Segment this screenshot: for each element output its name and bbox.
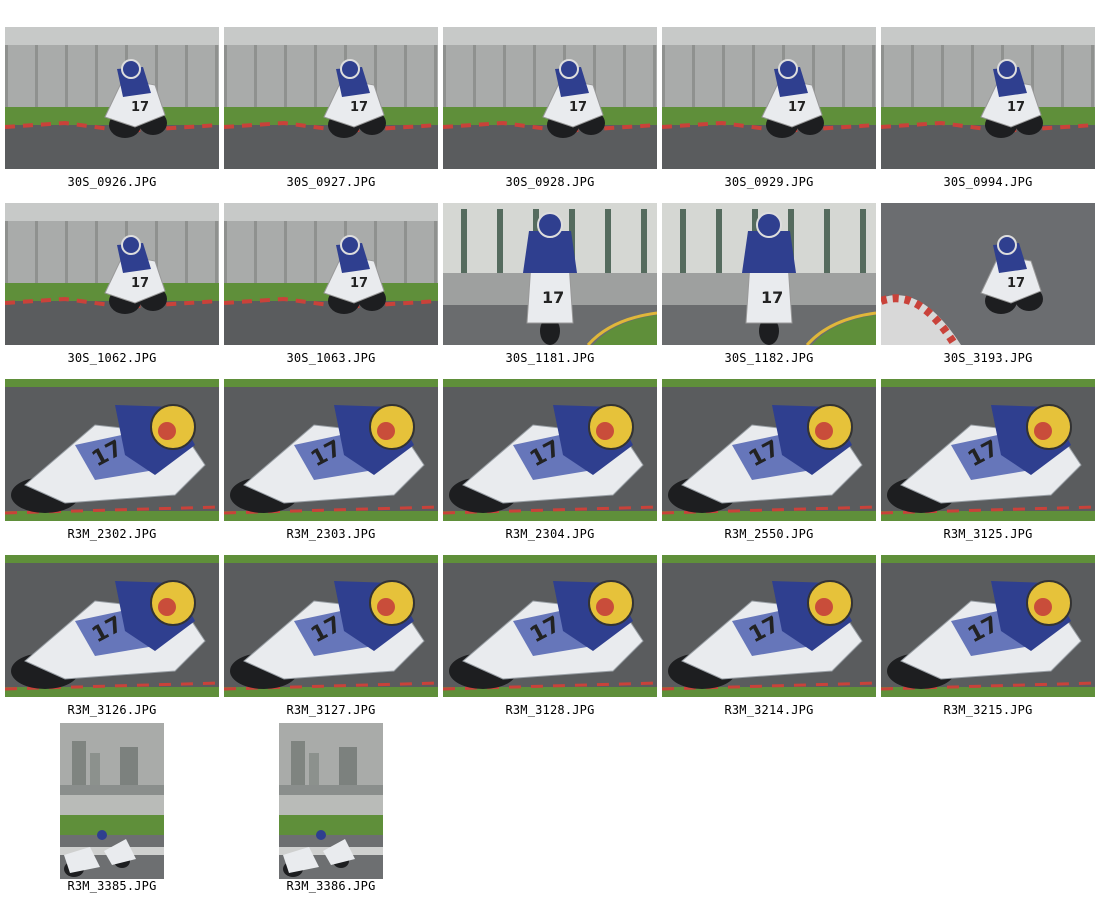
thumbnail-image[interactable]: 17 <box>443 203 657 345</box>
thumbnail-image[interactable] <box>60 723 164 879</box>
thumbnail-filename: R3M_3386.JPG <box>286 879 376 893</box>
thumbnail-filename: 30S_3193.JPG <box>943 351 1033 365</box>
svg-text:17: 17 <box>569 100 587 115</box>
thumbnail-image[interactable]: 17 <box>662 379 876 521</box>
thumbnail-image[interactable]: 17 <box>443 379 657 521</box>
svg-text:17: 17 <box>761 288 783 307</box>
thumbnail-image[interactable]: 17 <box>224 27 438 169</box>
thumbnail-tile[interactable]: 17 30S_1182.JPG <box>662 203 881 373</box>
thumbnail-tile[interactable]: 17 R3M_3128.JPG <box>443 555 662 725</box>
thumbnail-image[interactable]: 17 <box>662 27 876 169</box>
thumbnail-filename: 30S_0994.JPG <box>943 175 1033 189</box>
thumbnail-image[interactable]: 17 <box>662 555 876 697</box>
thumbnail-filename: 30S_0929.JPG <box>724 175 814 189</box>
thumbnail-tile[interactable]: 17 R3M_2303.JPG <box>224 379 443 549</box>
thumbnail-tile[interactable]: 17 R3M_2302.JPG <box>5 379 224 549</box>
thumbnail-tile[interactable]: 17 R3M_3126.JPG <box>5 555 224 725</box>
svg-text:17: 17 <box>1007 276 1025 291</box>
thumbnail-filename: R3M_3125.JPG <box>943 527 1033 541</box>
thumbnail-tile[interactable]: 17 30S_1063.JPG <box>224 203 443 373</box>
thumbnail-filename: 30S_1063.JPG <box>286 351 376 365</box>
thumbnail-tile[interactable]: 17 30S_0994.JPG <box>881 27 1100 197</box>
thumbnail-image[interactable]: 17 <box>662 203 876 345</box>
thumbnail-image[interactable]: 17 <box>5 555 219 697</box>
svg-text:17: 17 <box>131 276 149 291</box>
thumbnail-filename: 30S_0926.JPG <box>67 175 157 189</box>
thumbnail-tile[interactable]: 17 30S_0929.JPG <box>662 27 881 197</box>
thumbnail-tile[interactable]: 17 R3M_3127.JPG <box>224 555 443 725</box>
thumbnail-tile[interactable]: R3M_3386.JPG <box>224 723 443 893</box>
thumbnail-image[interactable]: 17 <box>443 555 657 697</box>
thumbnail-filename: 30S_1182.JPG <box>724 351 814 365</box>
svg-text:17: 17 <box>131 100 149 115</box>
svg-text:17: 17 <box>542 288 564 307</box>
thumbnail-filename: R3M_2302.JPG <box>67 527 157 541</box>
thumbnail-image[interactable]: 17 <box>224 379 438 521</box>
thumbnail-image[interactable]: 17 <box>5 27 219 169</box>
thumbnail-filename: R3M_3126.JPG <box>67 703 157 717</box>
thumbnail-tile[interactable]: 17 R3M_3125.JPG <box>881 379 1100 549</box>
thumbnail-filename: R3M_3128.JPG <box>505 703 595 717</box>
thumbnail-image[interactable]: 17 <box>881 27 1095 169</box>
thumbnail-filename: 30S_1181.JPG <box>505 351 595 365</box>
thumbnail-filename: R3M_2303.JPG <box>286 527 376 541</box>
thumbnail-tile[interactable]: 17 30S_1181.JPG <box>443 203 662 373</box>
thumbnail-filename: R3M_3127.JPG <box>286 703 376 717</box>
thumbnail-filename: R3M_2304.JPG <box>505 527 595 541</box>
thumbnail-tile[interactable]: R3M_3385.JPG <box>5 723 224 893</box>
thumbnail-tile[interactable]: 17 30S_1062.JPG <box>5 203 224 373</box>
thumbnail-tile[interactable]: 17 30S_0928.JPG <box>443 27 662 197</box>
svg-text:17: 17 <box>350 276 368 291</box>
svg-text:17: 17 <box>788 100 806 115</box>
thumbnail-filename: 30S_0927.JPG <box>286 175 376 189</box>
thumbnail-tile[interactable]: 17 30S_0927.JPG <box>224 27 443 197</box>
thumbnail-tile[interactable]: 17 R3M_2550.JPG <box>662 379 881 549</box>
thumbnail-filename: 30S_1062.JPG <box>67 351 157 365</box>
thumbnail-tile[interactable]: 17 R3M_2304.JPG <box>443 379 662 549</box>
thumbnail-image[interactable]: 17 <box>5 379 219 521</box>
svg-text:17: 17 <box>1007 100 1025 115</box>
thumbnail-tile[interactable]: 17 R3M_3215.JPG <box>881 555 1100 725</box>
thumbnail-image[interactable]: 17 <box>5 203 219 345</box>
thumbnail-image[interactable]: 17 <box>881 555 1095 697</box>
thumbnail-image[interactable]: 17 <box>224 203 438 345</box>
thumbnail-filename: R3M_2550.JPG <box>724 527 814 541</box>
thumbnail-image[interactable]: 17 <box>443 27 657 169</box>
thumbnail-gallery: 17 30S_0926.JPG 17 30S_0927.JPG 17 30S_0… <box>0 0 1100 900</box>
svg-text:17: 17 <box>350 100 368 115</box>
thumbnail-tile[interactable]: 17 30S_3193.JPG <box>881 203 1100 373</box>
thumbnail-tile[interactable]: 17 30S_0926.JPG <box>5 27 224 197</box>
thumbnail-filename: R3M_3215.JPG <box>943 703 1033 717</box>
thumbnail-filename: 30S_0928.JPG <box>505 175 595 189</box>
thumbnail-image[interactable]: 17 <box>881 203 1095 345</box>
thumbnail-filename: R3M_3214.JPG <box>724 703 814 717</box>
thumbnail-filename: R3M_3385.JPG <box>67 879 157 893</box>
thumbnail-image[interactable]: 17 <box>224 555 438 697</box>
thumbnail-image[interactable] <box>279 723 383 879</box>
thumbnail-tile[interactable]: 17 R3M_3214.JPG <box>662 555 881 725</box>
thumbnail-image[interactable]: 17 <box>881 379 1095 521</box>
